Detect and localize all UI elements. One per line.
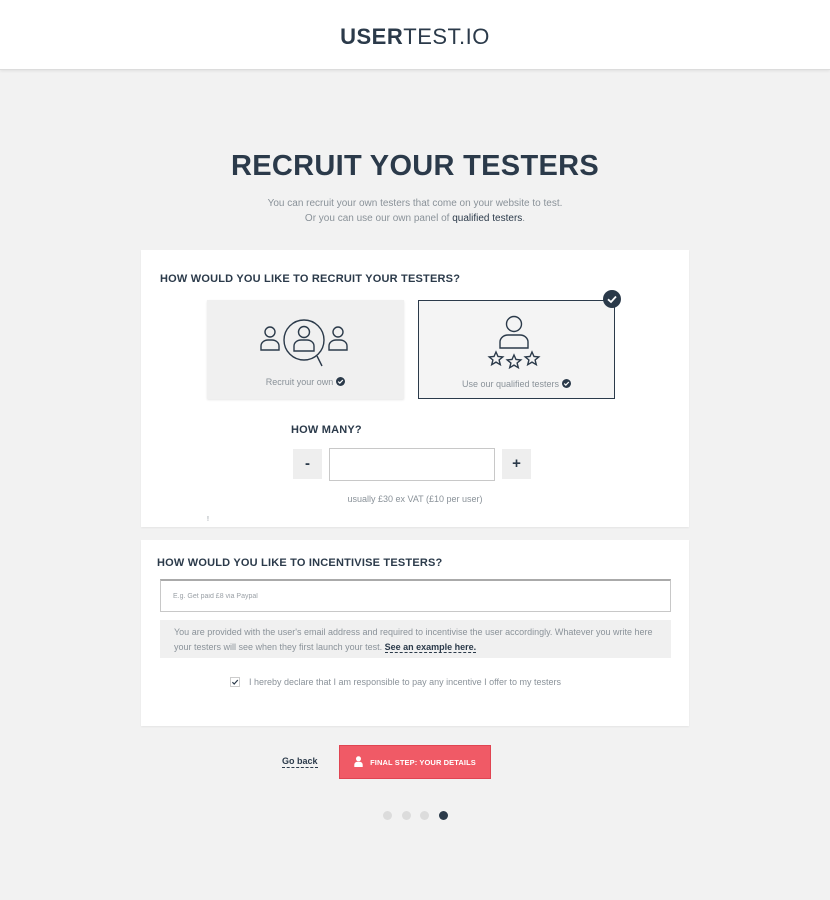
page-subtitle: You can recruit your own testers that co…	[0, 196, 830, 226]
subtitle-suffix: .	[522, 213, 526, 224]
decrement-button[interactable]: -	[293, 449, 322, 479]
recruit-card: HOW WOULD YOU LIKE TO RECRUIT YOUR TESTE…	[141, 250, 689, 527]
incentive-heading: HOW WOULD YOU LIKE TO INCENTIVISE TESTER…	[157, 557, 443, 569]
final-step-label: FINAL STEP: YOUR DETAILS	[370, 757, 476, 767]
qualified-testers-option[interactable]: Use our qualified testers	[418, 300, 615, 399]
check-circle-icon	[562, 379, 572, 388]
incentive-info-box: You are provided with the user's email a…	[160, 620, 671, 658]
progress-dot-3	[420, 811, 429, 820]
subtitle-line-2: Or you can use our own panel of qualifie…	[0, 211, 830, 226]
qualified-testers-link[interactable]: qualified testers	[452, 213, 522, 224]
recruit-own-option[interactable]: Recruit your own	[207, 300, 404, 399]
top-bar: USERTEST.IO	[0, 0, 830, 70]
checkmark-icon	[231, 679, 239, 685]
declare-row: I hereby declare that I am responsible t…	[230, 677, 561, 687]
how-many-heading: HOW MANY?	[291, 424, 362, 436]
go-back-link[interactable]: Go back	[282, 756, 318, 768]
qualified-testers-label-row: Use our qualified testers	[419, 379, 614, 389]
user-icon	[354, 755, 363, 769]
tiny-mark: !	[207, 516, 209, 523]
logo-light-text: TEST.IO	[403, 24, 490, 49]
progress-dot-2	[401, 811, 411, 820]
recruit-own-icon	[259, 318, 349, 375]
increment-button[interactable]: +	[502, 449, 531, 479]
progress-dots	[383, 811, 457, 820]
recruit-own-label: Recruit your own	[265, 377, 334, 387]
progress-dot-1	[383, 811, 392, 820]
page-title: RECRUIT YOUR TESTERS	[230, 150, 599, 182]
qualified-testers-label: Use our qualified testers	[461, 379, 560, 389]
logo[interactable]: USERTEST.IO	[0, 24, 830, 50]
check-circle-icon	[336, 377, 346, 386]
subtitle-prefix: Or you can use our own panel of	[304, 213, 453, 224]
incentive-card: HOW WOULD YOU LIKE TO INCENTIVISE TESTER…	[141, 540, 689, 726]
declare-label: I hereby declare that I am responsible t…	[249, 677, 561, 687]
recruit-own-label-row: Recruit your own	[207, 377, 404, 387]
qualified-testers-icon	[486, 314, 542, 375]
progress-dot-4	[438, 811, 448, 820]
logo-bold-text: USER	[340, 24, 404, 49]
subtitle-line-1: You can recruit your own testers that co…	[267, 198, 563, 209]
incentive-input[interactable]	[160, 579, 671, 612]
declare-checkbox[interactable]	[230, 677, 240, 687]
recruit-heading: HOW WOULD YOU LIKE TO RECRUIT YOUR TESTE…	[160, 273, 461, 285]
see-example-link[interactable]: See an example here.	[384, 642, 477, 653]
final-step-button[interactable]: FINAL STEP: YOUR DETAILS	[339, 745, 491, 779]
selected-check-icon	[603, 290, 621, 308]
quantity-input[interactable]	[329, 448, 495, 481]
price-note: usually £30 ex VAT (£10 per user)	[347, 494, 483, 504]
